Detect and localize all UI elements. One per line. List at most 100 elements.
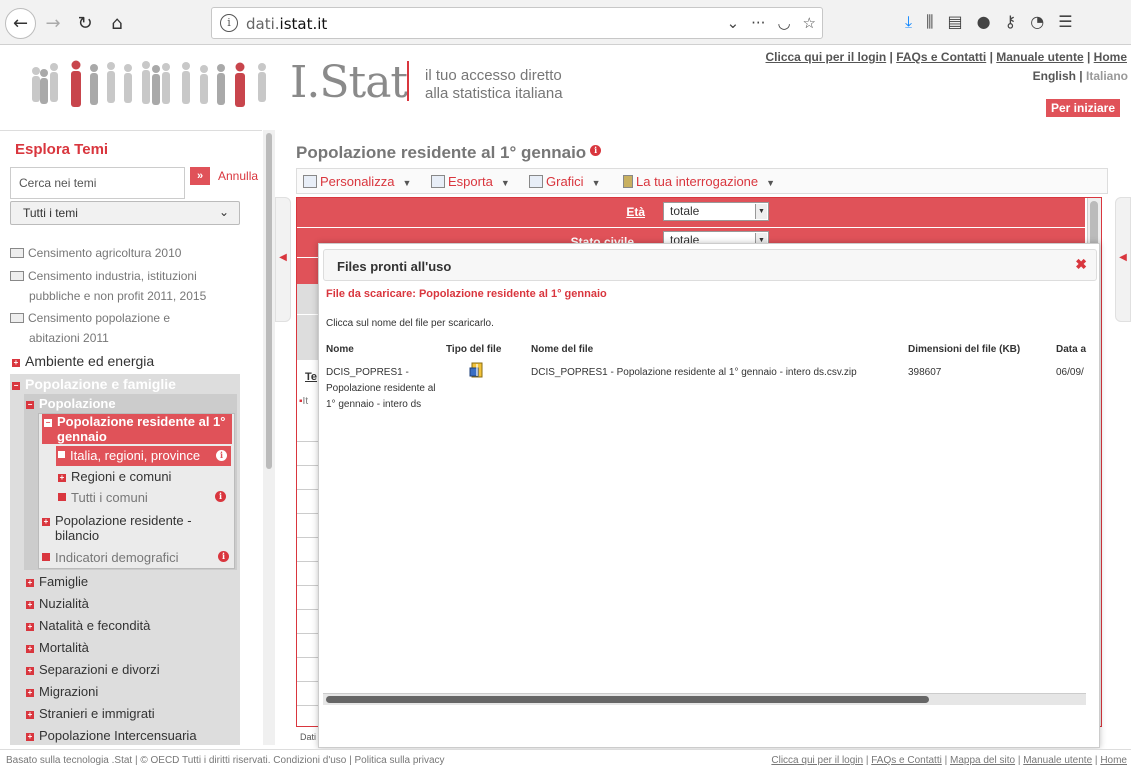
topic-stranieri[interactable]: + Stranieri e immigrati	[26, 704, 155, 724]
select-eta[interactable]: totale ▼	[663, 202, 769, 221]
census-item-popolazione-cont[interactable]: abitazioni 2011	[29, 328, 109, 348]
dataset-italia-regioni-province[interactable]: Italia, regioni, province i	[56, 446, 231, 466]
download-icon[interactable]: ⤓	[905, 12, 912, 32]
topic-ambiente[interactable]: + Ambiente ed energia	[12, 351, 154, 371]
plus-icon: +	[26, 710, 34, 719]
login-link[interactable]: Clicca qui per il login	[766, 50, 887, 64]
file-size: 398607	[908, 367, 942, 378]
chevron-down-icon[interactable]: ⌄	[727, 14, 740, 32]
info-icon[interactable]: i	[215, 491, 226, 502]
menu-icon[interactable]: ☰	[1058, 12, 1072, 32]
footnote: Dati	[300, 732, 317, 742]
home-link[interactable]: Home	[1094, 50, 1127, 64]
star-icon[interactable]: ☆	[803, 14, 816, 32]
topic-pop-residente[interactable]: − Popolazione residente al 1° gennaio	[42, 414, 232, 444]
dimension-label-eta[interactable]: Età	[626, 205, 645, 219]
start-button[interactable]: Per iniziare	[1045, 99, 1120, 117]
row-divider	[297, 465, 319, 466]
charts-menu[interactable]: Grafici ▼	[529, 174, 600, 189]
search-button[interactable]: »	[190, 167, 210, 185]
customize-menu[interactable]: Personalizza ▼	[303, 174, 411, 189]
footer-manual-link[interactable]: Manuale utente	[1023, 755, 1092, 766]
info-icon[interactable]: i	[216, 450, 227, 461]
topic-nuzialita[interactable]: + Nuzialità	[26, 594, 89, 614]
extension-icon[interactable]: ●	[977, 12, 991, 32]
ellipsis-icon[interactable]: ···	[751, 14, 765, 32]
export-menu[interactable]: Esporta ▼	[431, 174, 510, 189]
minus-icon: −	[26, 400, 34, 409]
topic-intercensuaria[interactable]: + Popolazione Intercensuaria	[26, 726, 197, 745]
istat-logo[interactable]: I.Stat	[290, 57, 408, 108]
topic-separazioni[interactable]: + Separazioni e divorzi	[26, 660, 160, 680]
footer-login-link[interactable]: Clicca qui per il login	[771, 755, 863, 766]
forward-icon[interactable]: →	[38, 8, 68, 38]
topic-migrazioni[interactable]: + Migrazioni	[26, 682, 98, 702]
query-menu[interactable]: La tua interrogazione ▼	[623, 174, 775, 189]
topic-popolazione-famiglie[interactable]: − Popolazione e famiglie	[12, 374, 176, 394]
faq-link[interactable]: FAQs e Contatti	[896, 50, 986, 64]
row-divider	[297, 585, 319, 586]
topic-natalita[interactable]: + Natalità e fecondità	[26, 616, 150, 636]
row-divider	[297, 441, 319, 442]
page-title: Popolazione residente al 1° gennaio i	[296, 143, 602, 163]
file-row-name: DCIS_POPRES1 - Popolazione residente al …	[326, 367, 436, 410]
dataset-tutti-comuni[interactable]: Tutti i comuni	[58, 488, 148, 508]
topic-regioni-comuni[interactable]: + Regioni e comuni	[58, 467, 171, 487]
plus-icon: +	[26, 600, 34, 609]
info-icon[interactable]: i	[220, 14, 238, 32]
row-divider	[297, 633, 319, 634]
footer-home-link[interactable]: Home	[1100, 755, 1127, 766]
territory-header[interactable]: Te	[305, 371, 317, 383]
topic-mortalita[interactable]: + Mortalità	[26, 638, 89, 658]
key-icon[interactable]: ⚷	[1005, 12, 1017, 32]
census-item-industria[interactable]: Censimento industria, istituzioni	[10, 266, 197, 286]
reload-icon[interactable]: ↻	[70, 8, 100, 38]
footer-faq-link[interactable]: FAQs e Contatti	[871, 755, 942, 766]
chart-icon	[529, 175, 543, 188]
themes-select[interactable]: Tutti i temi ⌄	[10, 201, 240, 225]
dialog-scrollbar-thumb[interactable]	[326, 696, 929, 703]
site-header: I.Stat il tuo accesso diretto alla stati…	[0, 45, 1131, 125]
close-icon[interactable]: ✖	[1075, 256, 1087, 273]
library-icon[interactable]: ⫼	[926, 12, 933, 32]
bullet-icon	[58, 451, 65, 458]
file-name-link[interactable]: DCIS_POPRES1 - Popolazione residente al …	[531, 365, 857, 381]
lang-english[interactable]: English	[1033, 69, 1076, 83]
export-icon	[431, 175, 445, 188]
chevron-down-icon: ⌄	[218, 205, 229, 219]
plus-icon: +	[26, 578, 34, 587]
sidebar-icon[interactable]: ▤	[947, 12, 962, 32]
topic-popolazione[interactable]: − Popolazione	[26, 394, 116, 414]
home-icon[interactable]: ⌂	[102, 8, 132, 38]
pocket-icon[interactable]: ◡	[777, 14, 790, 32]
tagline: il tuo accesso diretto alla statistica i…	[425, 67, 563, 102]
search-input[interactable]: Cerca nei temi	[10, 167, 185, 199]
collapse-right-icon[interactable]: ◀	[1115, 197, 1131, 322]
census-item-agricoltura[interactable]: Censimento agricoltura 2010	[10, 243, 181, 263]
census-item-popolazione[interactable]: Censimento popolazione e	[10, 308, 170, 328]
customize-icon	[303, 175, 317, 188]
topic-famiglie[interactable]: + Famiglie	[26, 572, 88, 592]
italy-row-label: ▪It	[299, 396, 309, 407]
dataset-indicatori[interactable]: Indicatori demografici	[42, 548, 179, 568]
caret-down-icon: ▼	[500, 178, 510, 188]
back-icon[interactable]: ←	[5, 8, 36, 39]
lang-italiano[interactable]: Italiano	[1086, 69, 1128, 83]
zip-file-icon[interactable]	[469, 362, 485, 378]
sidebar-scrollbar-thumb[interactable]	[266, 133, 272, 469]
dialog-header: Files pronti all'uso ✖	[323, 249, 1097, 281]
census-icon	[10, 271, 24, 281]
cancel-link[interactable]: Annulla	[218, 169, 258, 183]
row-divider	[297, 657, 319, 658]
census-item-industria-cont[interactable]: pubbliche e non profit 2011, 2015	[29, 286, 206, 306]
manual-link[interactable]: Manuale utente	[996, 50, 1083, 64]
url-bar[interactable]: i dati.istat.it ⌄ ··· ◡ ☆	[211, 7, 823, 39]
info-icon[interactable]: i	[590, 145, 602, 156]
files-dialog: Files pronti all'uso ✖ File da scaricare…	[318, 243, 1100, 748]
collapse-left-icon[interactable]: ◀	[275, 197, 291, 322]
info-icon[interactable]: i	[218, 551, 229, 562]
footer-sitemap-link[interactable]: Mappa del sito	[950, 755, 1015, 766]
topic-bilancio[interactable]: + Popolazione residente - bilancio	[42, 513, 192, 543]
speedometer-icon[interactable]: ◔	[1030, 12, 1044, 32]
dialog-horizontal-scrollbar[interactable]	[323, 693, 1086, 705]
